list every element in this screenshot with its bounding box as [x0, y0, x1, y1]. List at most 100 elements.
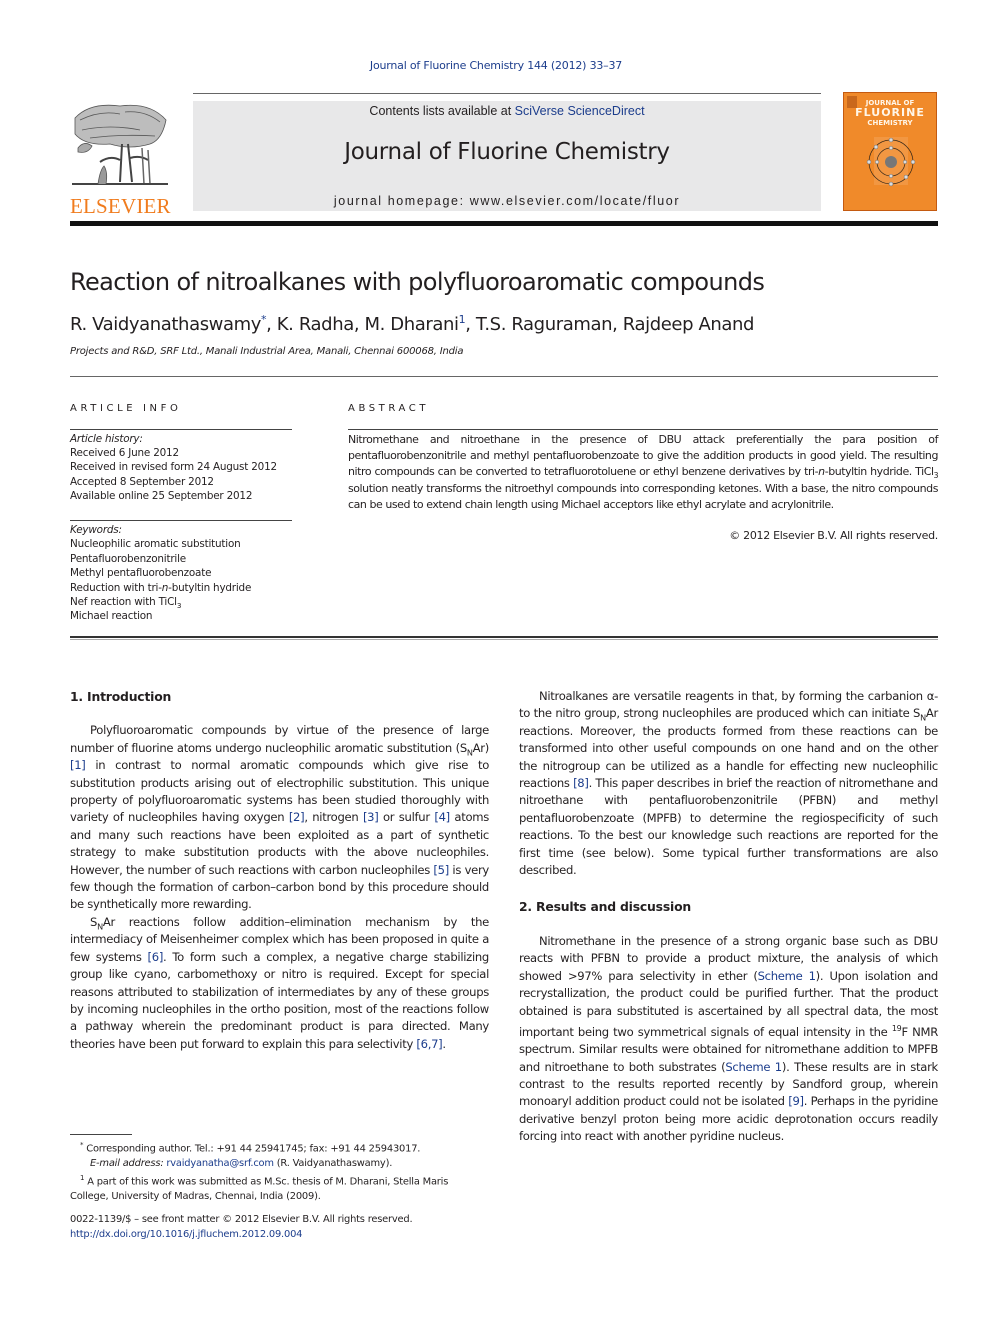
keyword-item: Nef reaction with TiCl3	[70, 596, 182, 611]
citation-link[interactable]: [5]	[433, 863, 449, 877]
divider	[70, 520, 292, 521]
elsevier-wordmark: ELSEVIER	[70, 194, 171, 218]
abstract-fragment: -butyltin hydride. TiCl	[824, 465, 934, 479]
history-item: Available online 25 September 2012	[70, 489, 253, 502]
text: . This paper describes in brief the reac…	[519, 776, 938, 878]
footnote-text: A part of this work was submitted as M.S…	[70, 1176, 449, 1203]
abstract-heading: ABSTRACT	[348, 403, 430, 414]
text: .	[442, 1036, 446, 1051]
elsevier-tree-icon	[72, 104, 168, 185]
author: T.S. Raguraman	[475, 314, 613, 335]
contents-line: Contents lists available at SciVerse Sci…	[193, 104, 821, 118]
header-rule	[193, 93, 821, 94]
citation-link[interactable]: [6,7]	[416, 1037, 442, 1051]
keywords-label: Keywords:	[70, 524, 122, 536]
text: Ar)	[472, 740, 490, 755]
elsevier-logo[interactable]: ELSEVIER	[70, 100, 172, 217]
citation-link[interactable]: [4]	[434, 810, 450, 824]
history-item: Received 6 June 2012	[70, 447, 179, 460]
author: K. Radha	[276, 314, 354, 335]
contents-prefix: Contents lists available at	[369, 104, 515, 118]
abstract-copyright: © 2012 Elsevier B.V. All rights reserved…	[729, 529, 938, 542]
cover-title-line: FLUORINE	[855, 106, 925, 119]
corresponding-author-link[interactable]: *	[261, 313, 267, 326]
cover-title-line: CHEMISTRY	[867, 119, 913, 127]
homepage-line: journal homepage: www.elsevier.com/locat…	[193, 194, 821, 208]
text: S	[90, 914, 98, 929]
atom-icon	[866, 137, 916, 187]
paragraph: SNAr reactions follow addition–eliminati…	[70, 914, 489, 1053]
text: , nitrogen	[304, 810, 363, 825]
scheme-link[interactable]: Scheme 1	[758, 969, 816, 983]
running-head[interactable]: Journal of Fluorine Chemistry 144 (2012)…	[0, 59, 992, 72]
journal-name: Journal of Fluorine Chemistry	[344, 139, 670, 165]
homepage-url-link[interactable]: www.elsevier.com/locate/fluor	[470, 194, 680, 208]
author: M. Dharani	[364, 314, 460, 335]
body-column-right: Nitroalkanes are versatile reagents in t…	[519, 688, 938, 1146]
footnote-1-link[interactable]: 1	[459, 313, 466, 326]
section-heading-introduction: 1. Introduction	[70, 689, 172, 704]
keyword-item: Michael reaction	[70, 610, 153, 623]
text: or sulfur	[378, 810, 435, 825]
homepage-label: journal homepage:	[333, 194, 470, 208]
body-column-left: 1. Introduction Polyfluoroaromatic compo…	[70, 688, 489, 1053]
front-matter: 0022-1139/$ – see front matter © 2012 El…	[70, 1212, 500, 1242]
footnote-text: (R. Vaidyanathaswamy).	[273, 1157, 393, 1169]
divider	[70, 636, 938, 638]
superscript: 19	[891, 1023, 902, 1033]
email-link[interactable]: rvaidyanatha@srf.com	[166, 1158, 274, 1169]
journal-cover[interactable]: JOURNAL OF FLUORINE CHEMISTRY	[843, 92, 937, 211]
footnotes: * Corresponding author. Tel.: +91 44 259…	[70, 1138, 489, 1205]
footnote-text: Corresponding author. Tel.: +91 44 25941…	[86, 1143, 421, 1155]
keyword-item: Pentafluorobenzonitrile	[70, 552, 186, 565]
divider	[70, 376, 938, 377]
citation-link[interactable]: [6]	[148, 950, 164, 964]
article-title: Reaction of nitroalkanes with polyfluoro…	[70, 268, 765, 296]
author-list: R. Vaidyanathaswamy*, K. Radha, M. Dhara…	[70, 313, 755, 335]
footnote-rule	[70, 1134, 132, 1135]
history-item: Accepted 8 September 2012	[70, 475, 214, 488]
abstract-fragment: solution neatly transforms the nitroethy…	[348, 481, 938, 511]
article-history: Article history: Received 6 June 2012 Re…	[70, 432, 300, 503]
cover-title: JOURNAL OF FLUORINE CHEMISTRY	[844, 99, 936, 127]
doi-link[interactable]: http://dx.doi.org/10.1016/j.jfluchem.201…	[70, 1227, 500, 1242]
keyword-item: Methyl pentafluorobenzoate	[70, 567, 212, 580]
footnote-1: 1 A part of this work was submitted as M…	[70, 1171, 489, 1204]
affiliation: Projects and R&D, SRF Ltd., Manali Indus…	[70, 346, 464, 357]
citation-link[interactable]: [1]	[70, 758, 86, 772]
email-label: E-mail address:	[90, 1157, 167, 1169]
abstract-subscript: 3	[933, 471, 939, 481]
sciencedirect-link[interactable]: SciVerse ScienceDirect	[515, 104, 645, 118]
citation-link[interactable]: [9]	[788, 1094, 804, 1108]
history-label: Article history:	[70, 433, 143, 445]
divider	[70, 639, 938, 640]
paragraph: Nitroalkanes are versatile reagents in t…	[519, 688, 938, 879]
citation-link[interactable]: [8]	[573, 776, 589, 790]
footnote-mark: 1	[80, 1174, 85, 1183]
divider	[348, 429, 938, 430]
footnote-mark: *	[80, 1141, 84, 1149]
keywords: Keywords: Nucleophilic aromatic substitu…	[70, 523, 300, 624]
text: Polyfluoroaromatic compounds by virtue o…	[70, 723, 489, 755]
author: Rajdeep Anand	[622, 314, 755, 335]
author: R. Vaidyanathaswamy	[70, 314, 262, 335]
paragraph: Nitromethane in the presence of a strong…	[519, 933, 938, 1146]
paragraph: Polyfluoroaromatic compounds by virtue o…	[70, 722, 489, 913]
journal-banner: Contents lists available at SciVerse Sci…	[193, 101, 821, 211]
history-item: Received in revised form 24 August 2012	[70, 461, 277, 474]
footnote-corresponding: * Corresponding author. Tel.: +91 44 259…	[70, 1138, 489, 1157]
header-thick-rule	[70, 221, 938, 226]
abstract-text: Nitromethane and nitroethane in the pres…	[348, 432, 939, 513]
text: . To form such a complex, a negative cha…	[70, 949, 489, 1051]
keyword-item: Nucleophilic aromatic substitution	[70, 538, 241, 551]
text: Nitroalkanes are versatile reagents in t…	[519, 689, 938, 721]
issn-line: 0022-1139/$ – see front matter © 2012 El…	[70, 1214, 413, 1225]
footnote-email: E-mail address: rvaidyanatha@srf.com (R.…	[70, 1157, 489, 1172]
citation-link[interactable]: [2]	[289, 810, 305, 824]
scheme-link[interactable]: Scheme 1	[725, 1060, 782, 1074]
article-info-heading: ARTICLE INFO	[70, 403, 182, 414]
divider	[70, 429, 292, 430]
keyword-item: Reduction with tri-n-butyltin hydride	[70, 581, 252, 594]
citation-link[interactable]: [3]	[363, 810, 379, 824]
section-heading-results: 2. Results and discussion	[519, 899, 691, 915]
